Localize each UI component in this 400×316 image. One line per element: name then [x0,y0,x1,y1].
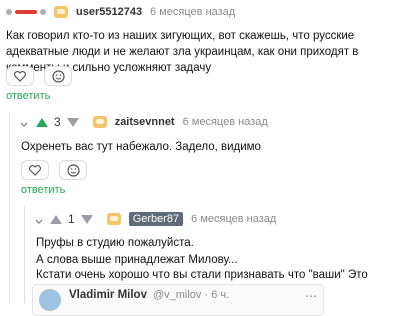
comment-2-text: Охренеть вас тут набежало. Задело, видим… [21,141,261,153]
embedded-post[interactable]: Vladimir Milov @v_milov · 6 ч. ⋯ [32,284,324,316]
upvote-arrow-icon[interactable] [50,214,62,224]
timestamp: 6 месяцев назад [182,116,268,128]
user-badge-icon [54,6,68,18]
heart-icon [14,70,26,82]
embed-author-row: Vladimir Milov @v_milov · 6 ч. [69,289,229,301]
reply-link[interactable]: ответить [6,90,50,102]
reaction-button[interactable] [44,66,72,86]
heart-button[interactable] [6,66,34,86]
username[interactable]: user5512743 [76,6,142,18]
rating-dot [40,9,46,15]
comment-3-line-2: А слова выше принадлежат Милову... [36,254,238,266]
comment-3-line-1: Пруфы в студию пожалуйста. [36,237,194,249]
username-badge[interactable]: Gerber87 [128,212,184,226]
upvote-arrow-icon[interactable] [36,117,48,127]
comment-2-actions [21,160,87,180]
thread-line[interactable] [24,206,25,303]
comment-1-header: user5512743 6 месяцев назад [6,6,235,18]
collapse-icon[interactable] [19,117,29,127]
embed-author: Vladimir Milov [69,289,147,301]
thread-line[interactable] [9,112,10,303]
comment-3-header: 1 Gerber87 6 месяцев назад [50,212,276,226]
timestamp: 6 месяцев назад [191,213,277,225]
rating-dot [6,9,12,15]
downvote-bar [15,10,37,14]
user-badge-icon [92,116,107,128]
comment-2-rating: 3 [36,115,79,129]
user-badge-icon [106,213,121,225]
collapse-icon[interactable] [34,214,44,224]
downvote-arrow-icon[interactable] [66,117,79,127]
downvote-arrow-icon[interactable] [80,214,93,224]
avatar [39,289,61,311]
comment-2-header: 3 zaitsevnnet 6 месяцев назад [36,115,268,129]
timestamp: 6 месяцев назад [150,6,236,18]
comment-3-rating: 1 [50,212,93,226]
score: 3 [54,115,61,129]
reaction-button[interactable] [59,160,87,180]
heart-button[interactable] [21,160,49,180]
smile-icon [51,69,65,83]
embed-handle: @v_milov · 6 ч. [152,289,230,301]
smile-icon [66,163,80,177]
heart-icon [29,164,41,176]
more-icon[interactable]: ⋯ [305,289,317,303]
score: 1 [68,212,75,226]
username[interactable]: zaitsevnnet [115,116,175,128]
reply-link[interactable]: ответить [21,184,65,196]
comment-1-actions [6,66,72,86]
comment-1-rating[interactable] [6,9,46,15]
